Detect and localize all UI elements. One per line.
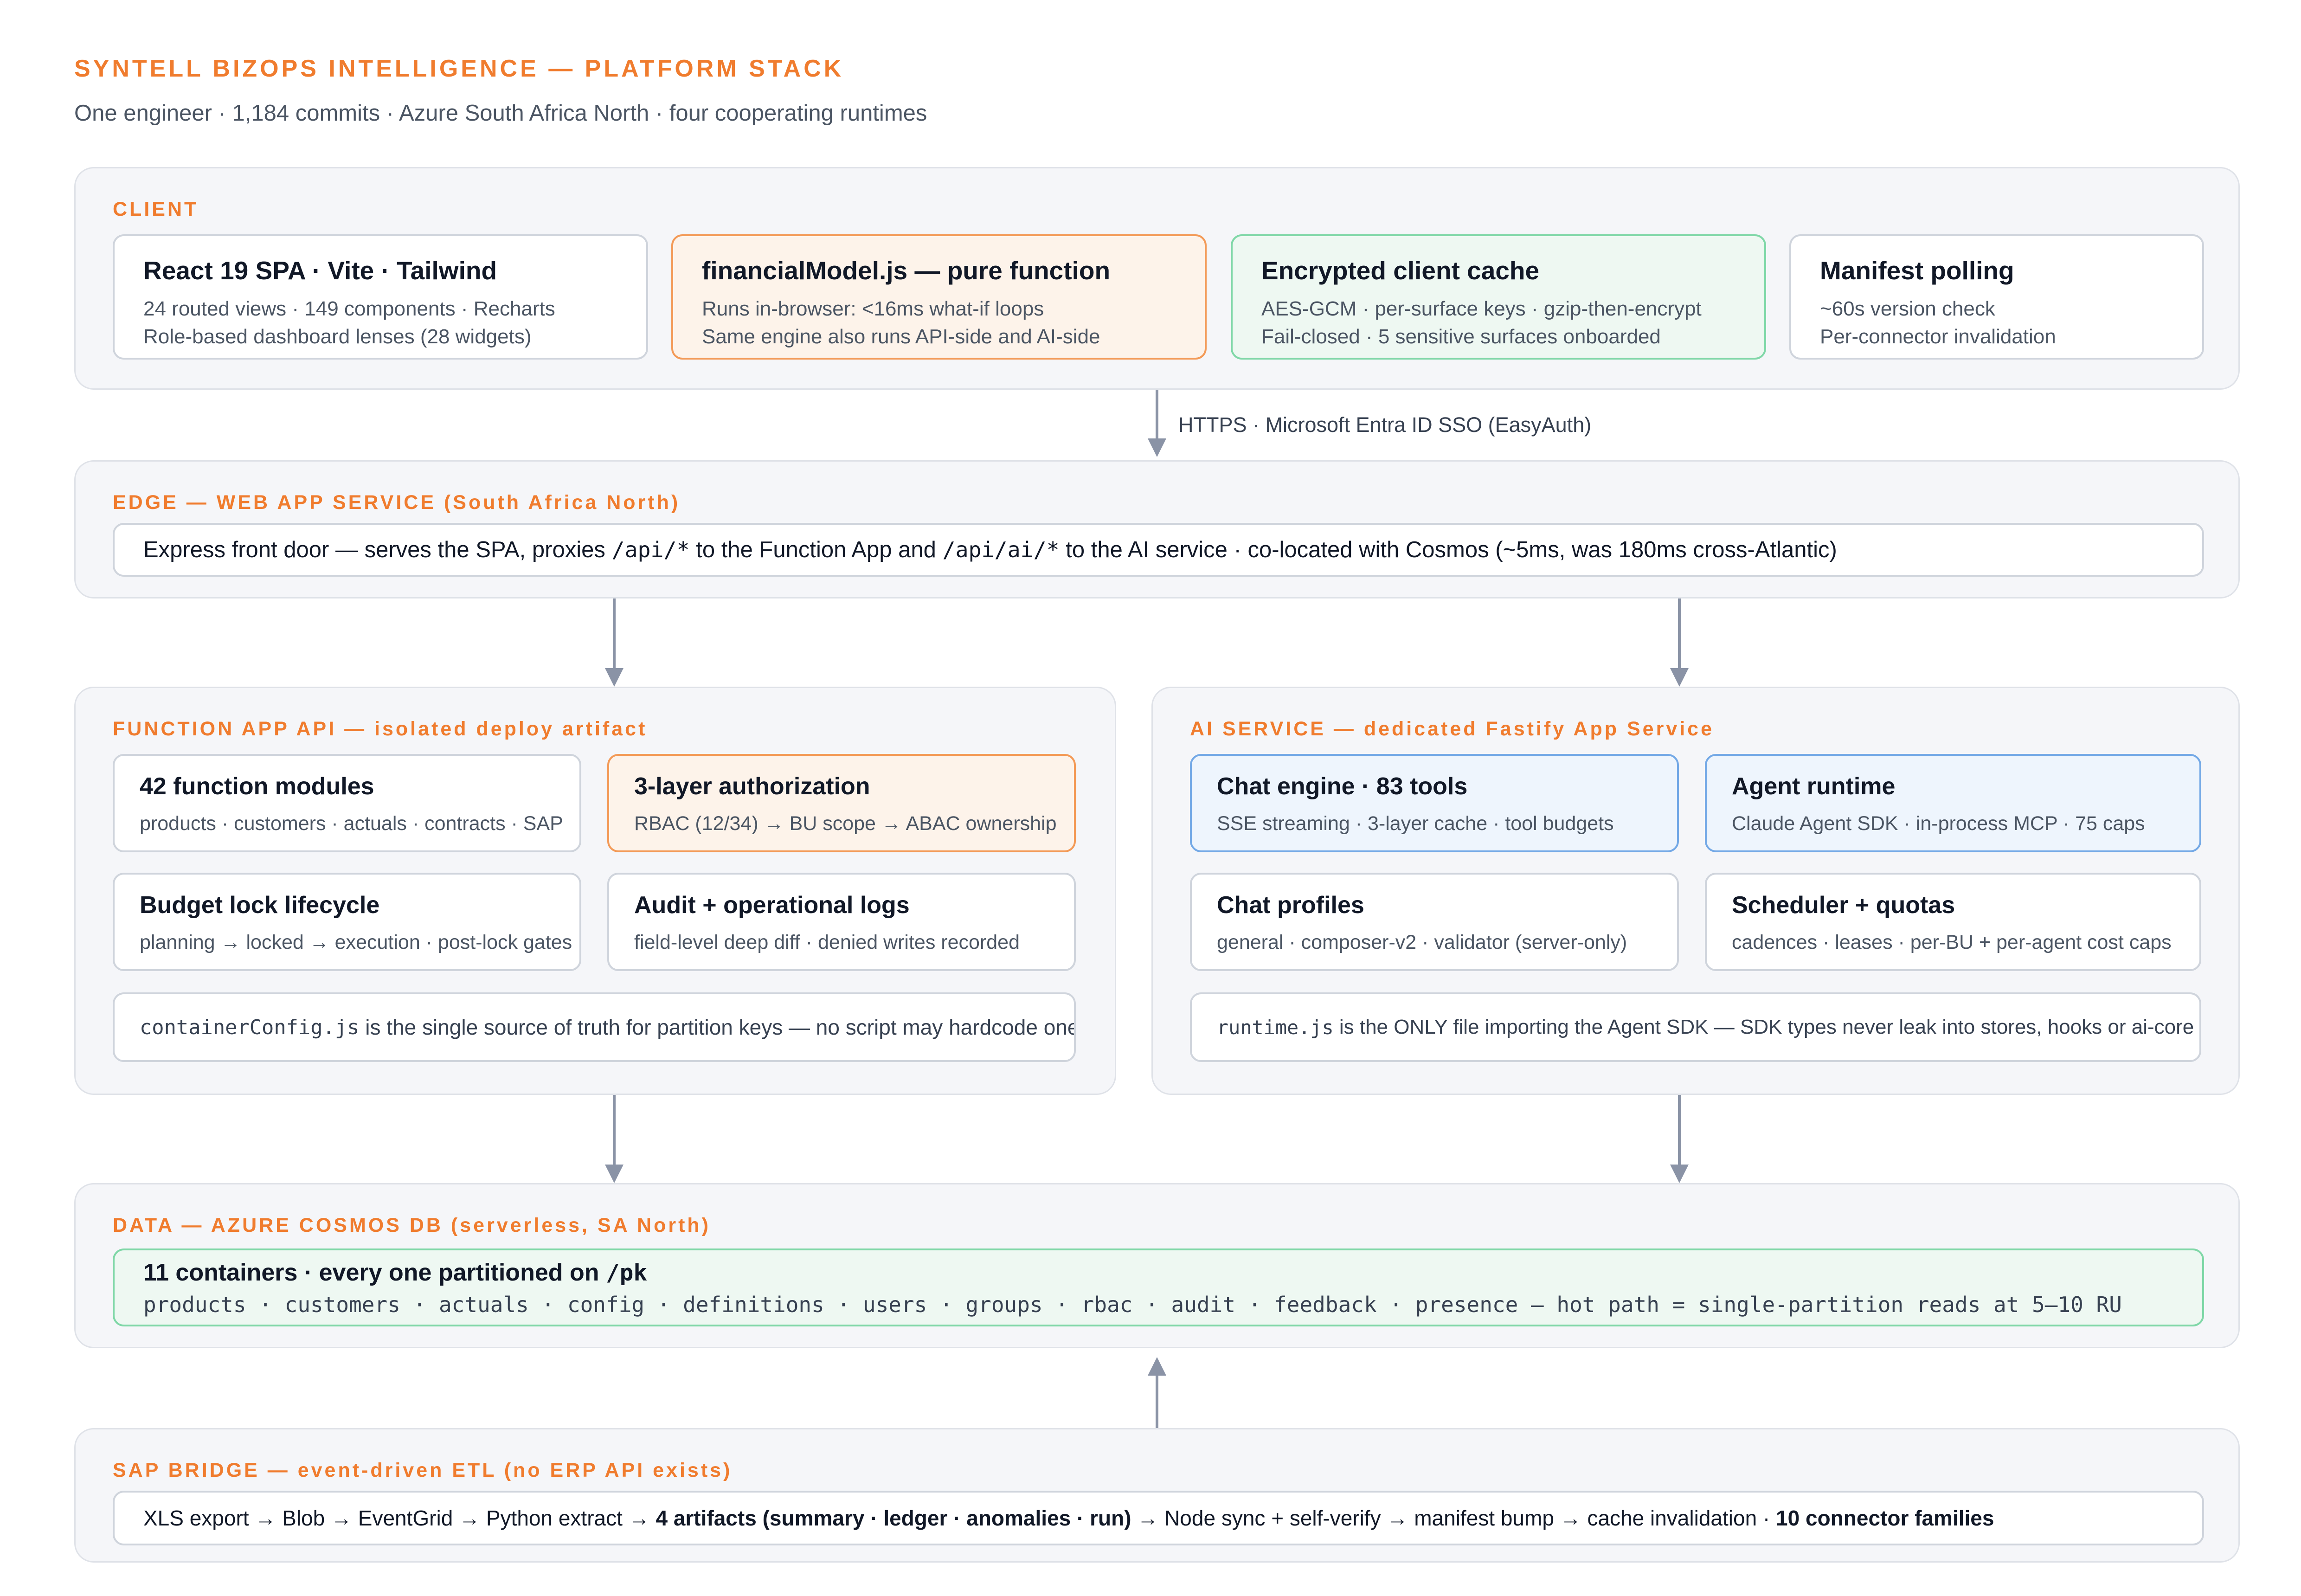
- card-line: cadences · leases · per-BU + per-agent c…: [1732, 931, 2172, 953]
- client-section: CLIENT React 19 SPA · Vite · Tailwind 24…: [74, 167, 2240, 390]
- connector-families-text: 10 connector families: [1776, 1506, 1994, 1530]
- api-route-code: /api/*: [611, 537, 690, 562]
- runtime-code: runtime.js: [1217, 1016, 1334, 1039]
- manifest-polling-card: Manifest polling ~60s version check Per-…: [1789, 234, 2204, 360]
- note-text: runtime.js is the ONLY file importing th…: [1217, 994, 2194, 1060]
- edge-section-label: EDGE — WEB APP SERVICE (South Africa Nor…: [113, 491, 681, 514]
- budget-lock-card: Budget lock lifecycle planning → locked …: [113, 873, 581, 971]
- artifacts-text: 4 artifacts (summary · ledger · anomalie…: [656, 1506, 1131, 1530]
- card-title: Chat profiles: [1217, 892, 1364, 919]
- note-body: is the single source of truth for partit…: [359, 1015, 1076, 1039]
- chat-engine-card: Chat engine · 83 tools SSE streaming · 3…: [1190, 754, 1679, 852]
- authorization-card: 3-layer authorization RBAC (12/34) → BU …: [607, 754, 1076, 852]
- card-title: Agent runtime: [1732, 773, 1896, 800]
- card-title: 11 containers · every one partitioned on…: [143, 1259, 647, 1287]
- function-app-section-label: FUNCTION APP API — isolated deploy artif…: [113, 718, 648, 740]
- agent-runtime-card: Agent runtime Claude Agent SDK · in-proc…: [1705, 754, 2201, 852]
- arrow-ai-service-to-data: [1670, 1095, 1689, 1183]
- partition-key-code: /pk: [605, 1259, 648, 1286]
- ai-route-code: /api/ai/*: [942, 537, 1060, 562]
- card-line: Claude Agent SDK · in-process MCP · 75 c…: [1732, 812, 2145, 835]
- container-config-note: containerConfig.js is the single source …: [113, 992, 1076, 1062]
- card-title: 3-layer authorization: [634, 773, 870, 800]
- client-section-label: CLIENT: [113, 198, 199, 220]
- card-line: 24 routed views · 149 components · Recha…: [143, 297, 555, 320]
- pipeline-text: XLS export → Blob → EventGrid → Python e…: [143, 1506, 656, 1530]
- cosmos-containers-card: 11 containers · every one partitioned on…: [113, 1248, 2204, 1326]
- arrow-label-https: HTTPS · Microsoft Entra ID SSO (EasyAuth…: [1178, 413, 1592, 437]
- express-front-door-text: Express front door — serves the SPA, pro…: [143, 525, 1837, 575]
- function-app-section: FUNCTION APP API — isolated deploy artif…: [74, 687, 1116, 1095]
- card-title: 42 function modules: [140, 773, 374, 800]
- card-line: Per-connector invalidation: [1820, 325, 2056, 348]
- card-title: Audit + operational logs: [634, 892, 910, 919]
- card-line: ~60s version check: [1820, 297, 1995, 320]
- arrow-sap-to-data: [1148, 1357, 1166, 1434]
- function-modules-card: 42 function modules products · customers…: [113, 754, 581, 852]
- runtime-note: runtime.js is the ONLY file importing th…: [1190, 992, 2201, 1062]
- express-front-door-card: Express front door — serves the SPA, pro…: [113, 523, 2204, 577]
- card-title: Chat engine · 83 tools: [1217, 773, 1468, 800]
- edge-text: to the Function App and: [689, 537, 943, 562]
- edge-section: EDGE — WEB APP SERVICE (South Africa Nor…: [74, 460, 2240, 598]
- containers-list: products · customers · actuals · config …: [143, 1292, 2122, 1317]
- card-title: financialModel.js — pure function: [702, 256, 1111, 285]
- arrow-edge-to-function-app: [605, 598, 623, 687]
- arrow-edge-to-ai-service: [1670, 598, 1689, 687]
- card-line: RBAC (12/34) → BU scope → ABAC ownership: [634, 812, 1057, 835]
- edge-text: Express front door — serves the SPA, pro…: [143, 537, 612, 562]
- containers-title: 11 containers · every one partitioned on: [143, 1259, 606, 1286]
- card-title: React 19 SPA · Vite · Tailwind: [143, 256, 497, 285]
- chat-profiles-card: Chat profiles general · composer-v2 · va…: [1190, 873, 1679, 971]
- data-section-label: DATA — AZURE COSMOS DB (serverless, SA N…: [113, 1214, 711, 1236]
- pipeline-text: → Node sync + self-verify → manifest bum…: [1131, 1506, 1776, 1530]
- card-line: general · composer-v2 · validator (serve…: [1217, 931, 1627, 953]
- ai-service-section: AI SERVICE — dedicated Fastify App Servi…: [1151, 687, 2240, 1095]
- card-title: Encrypted client cache: [1261, 256, 1540, 285]
- card-line: Runs in-browser: <16ms what-if loops: [702, 297, 1044, 320]
- sap-pipeline-text: XLS export → Blob → EventGrid → Python e…: [143, 1493, 1994, 1544]
- card-title: Budget lock lifecycle: [140, 892, 380, 919]
- card-title: Manifest polling: [1820, 256, 2014, 285]
- container-config-code: containerConfig.js: [140, 1015, 360, 1039]
- card-line: field-level deep diff · denied writes re…: [634, 931, 1020, 953]
- card-line: Same engine also runs API-side and AI-si…: [702, 325, 1100, 348]
- card-line: Fail-closed · 5 sensitive surfaces onboa…: [1261, 325, 1661, 348]
- sap-bridge-section: SAP BRIDGE — event-driven ETL (no ERP AP…: [74, 1428, 2240, 1563]
- card-line: SSE streaming · 3-layer cache · tool bud…: [1217, 812, 1614, 835]
- card-title: Scheduler + quotas: [1732, 892, 1955, 919]
- financial-model-card: financialModel.js — pure function Runs i…: [671, 234, 1207, 360]
- card-line: planning → locked → execution · post-loc…: [140, 931, 572, 953]
- card-line: AES-GCM · per-surface keys · gzip-then-e…: [1261, 297, 1702, 320]
- note-text: containerConfig.js is the single source …: [140, 994, 1076, 1060]
- audit-logs-card: Audit + operational logs field-level dee…: [607, 873, 1076, 971]
- data-section: DATA — AZURE COSMOS DB (serverless, SA N…: [74, 1183, 2240, 1348]
- arrow-client-to-edge: [1148, 390, 1166, 457]
- card-line: products · customers · actuals · contrac…: [140, 812, 563, 835]
- ai-service-section-label: AI SERVICE — dedicated Fastify App Servi…: [1190, 718, 1715, 740]
- react-spa-card: React 19 SPA · Vite · Tailwind 24 routed…: [113, 234, 648, 360]
- arrow-function-app-to-data: [605, 1095, 623, 1183]
- sap-pipeline-card: XLS export → Blob → EventGrid → Python e…: [113, 1491, 2204, 1545]
- sap-bridge-section-label: SAP BRIDGE — event-driven ETL (no ERP AP…: [113, 1459, 733, 1481]
- card-line: Role-based dashboard lenses (28 widgets): [143, 325, 532, 348]
- scheduler-quotas-card: Scheduler + quotas cadences · leases · p…: [1705, 873, 2201, 971]
- encrypted-cache-card: Encrypted client cache AES-GCM · per-sur…: [1231, 234, 1766, 360]
- note-body: is the ONLY file importing the Agent SDK…: [1333, 1016, 2194, 1038]
- edge-text: to the AI service · co-located with Cosm…: [1059, 537, 1837, 562]
